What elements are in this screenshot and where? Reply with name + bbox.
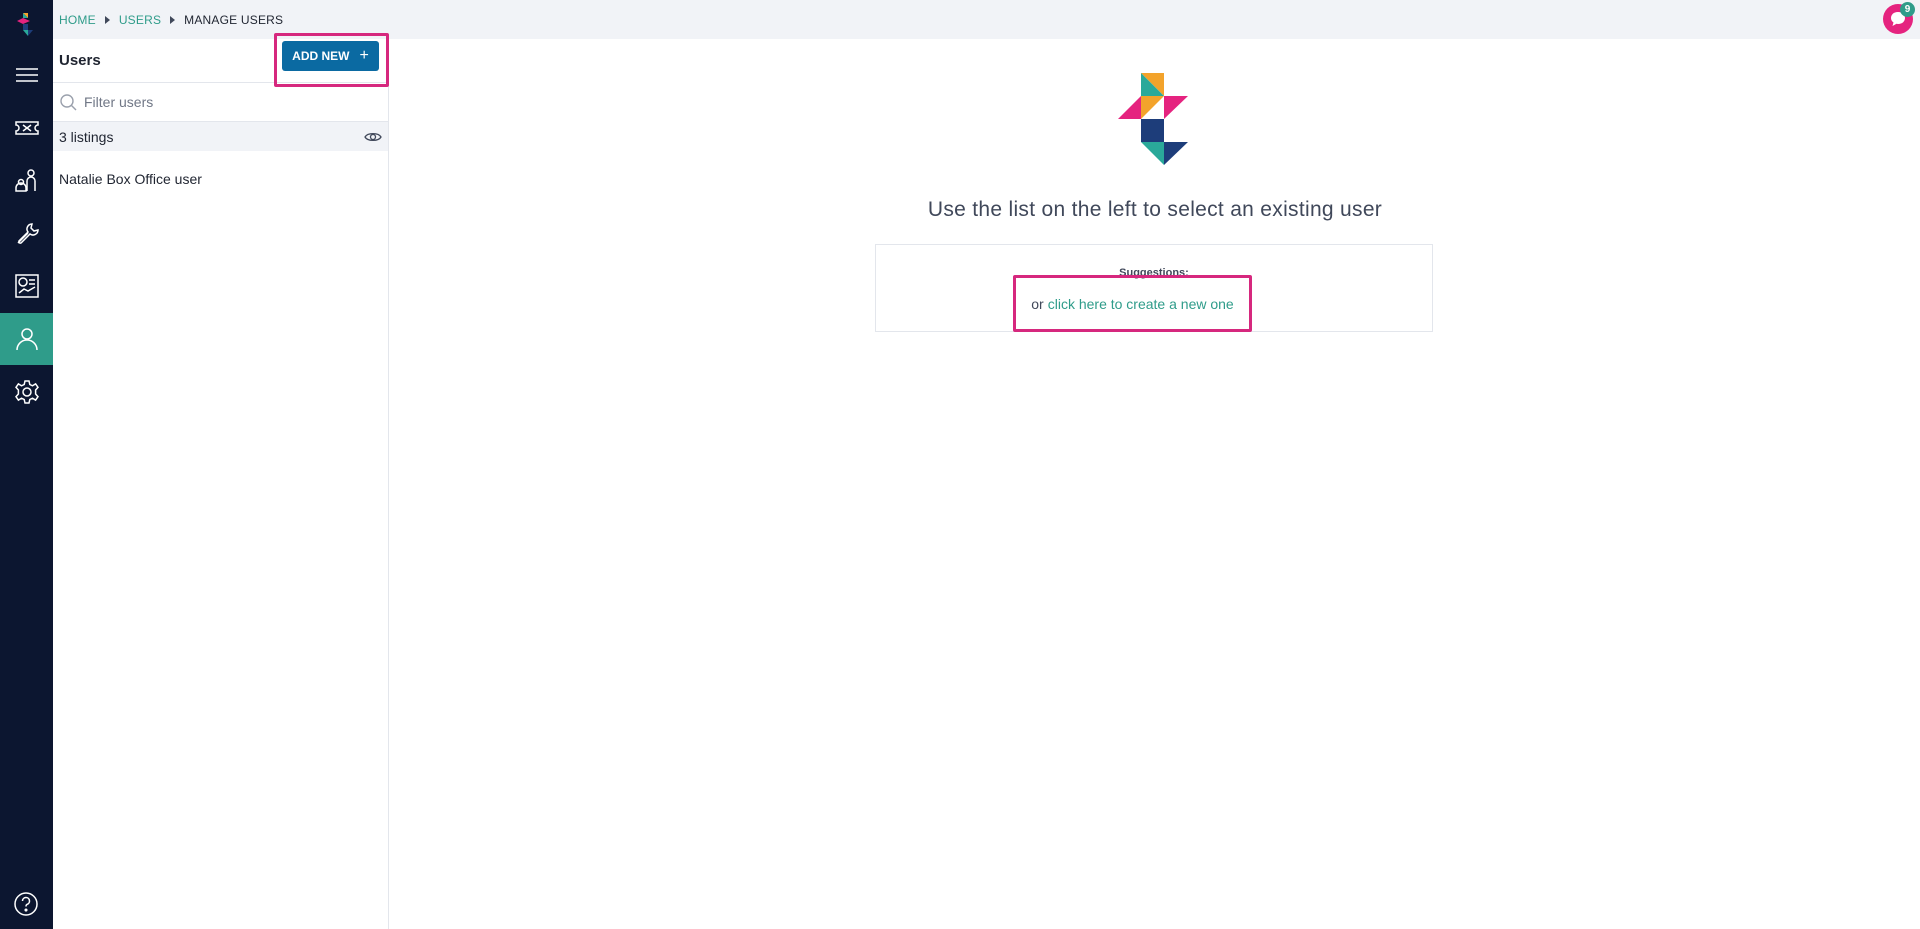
sidebar-item-reports[interactable] bbox=[0, 260, 53, 312]
user-icon bbox=[15, 328, 38, 351]
sidebar-item-customers[interactable] bbox=[0, 155, 53, 207]
gear-icon bbox=[14, 380, 39, 404]
create-new-user-link[interactable]: click here to create a new one bbox=[1048, 296, 1234, 312]
user-list-item[interactable]: Natalie Box Office user bbox=[53, 151, 388, 206]
sidebar-item-settings[interactable] bbox=[0, 366, 53, 418]
notifications-button[interactable]: 9 bbox=[1883, 2, 1915, 34]
app-logo-icon[interactable] bbox=[13, 11, 39, 39]
suggestion-highlight: or click here to create a new one bbox=[1013, 275, 1252, 332]
add-new-label: ADD NEW bbox=[292, 49, 350, 63]
eye-icon[interactable] bbox=[364, 128, 382, 146]
breadcrumb-separator-icon bbox=[104, 15, 110, 24]
breadcrumb-manage-users: MANAGE USERS bbox=[184, 12, 284, 27]
sidebar-item-tickets[interactable] bbox=[0, 102, 53, 154]
breadcrumb-home[interactable]: HOME bbox=[59, 13, 96, 27]
add-new-button[interactable]: ADD NEW + bbox=[282, 41, 379, 71]
listings-count: 3 listings bbox=[59, 128, 114, 145]
main-content: Use the list on the left to select an ex… bbox=[390, 39, 1920, 929]
notification-count-badge: 9 bbox=[1900, 2, 1915, 17]
brand-logo-icon bbox=[1118, 73, 1188, 165]
sidebar-item-users[interactable] bbox=[0, 313, 53, 365]
filter-bar bbox=[53, 82, 388, 122]
users-panel-header: Users ADD NEW + bbox=[53, 33, 389, 87]
sidebar-rail bbox=[0, 0, 53, 929]
suggestions-box: Suggestions: or click here to create a n… bbox=[875, 244, 1433, 332]
user-list-item-name: Natalie Box Office user bbox=[59, 170, 202, 187]
report-icon bbox=[14, 274, 39, 298]
breadcrumb-separator-icon bbox=[170, 15, 176, 24]
sidebar-item-tools[interactable] bbox=[0, 208, 53, 260]
listings-count-bar: 3 listings bbox=[53, 122, 388, 151]
suggestion-prefix: or bbox=[1031, 295, 1044, 312]
add-new-highlight: ADD NEW + bbox=[274, 33, 389, 87]
sidebar-item-menu[interactable] bbox=[0, 49, 53, 101]
ticket-icon bbox=[14, 121, 39, 135]
empty-state-title: Use the list on the left to select an ex… bbox=[927, 198, 1383, 221]
plus-icon: + bbox=[359, 47, 369, 64]
users-panel-title: Users bbox=[59, 52, 101, 69]
users-list-panel: Users ADD NEW + 3 listings Natalie Box O… bbox=[53, 33, 389, 929]
people-icon bbox=[14, 169, 36, 192]
search-icon bbox=[60, 94, 77, 111]
help-icon[interactable] bbox=[12, 890, 40, 918]
breadcrumb: HOME USERS MANAGE USERS bbox=[59, 13, 283, 27]
breadcrumb-users[interactable]: USERS bbox=[119, 13, 161, 27]
hamburger-icon bbox=[15, 68, 38, 82]
wrench-icon bbox=[16, 223, 39, 244]
filter-users-input[interactable] bbox=[84, 94, 364, 110]
